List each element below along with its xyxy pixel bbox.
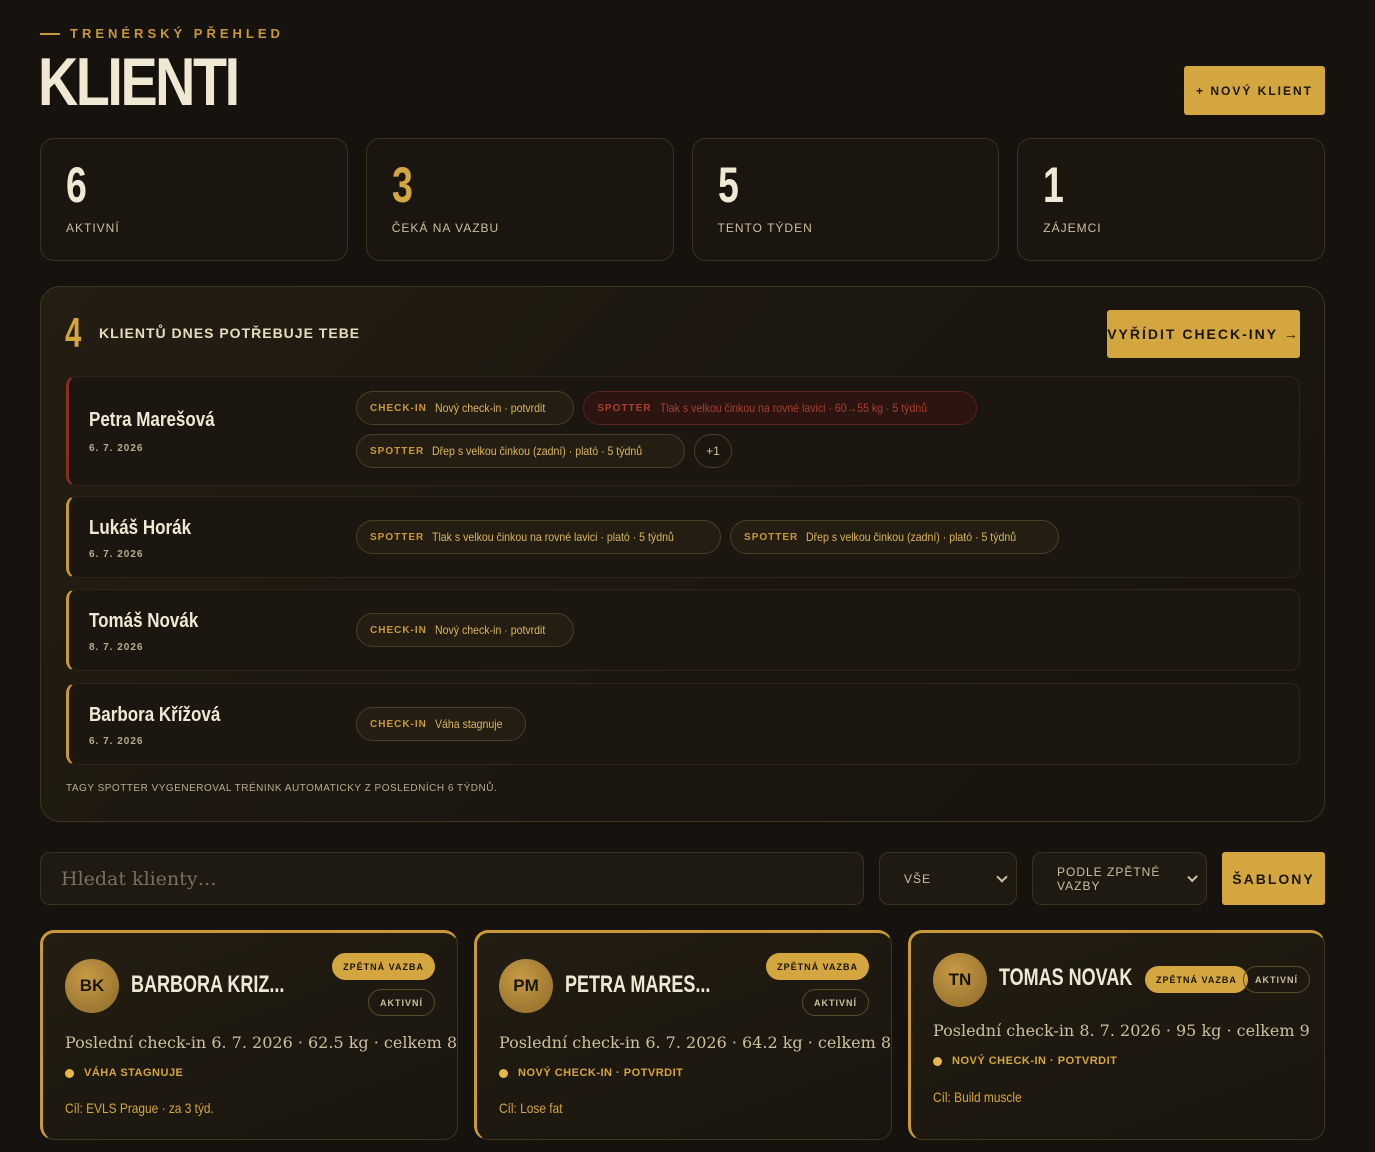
client-date: 6. 7. 2026: [89, 443, 144, 454]
card-goal: Cíl: Lose fat: [499, 1100, 563, 1116]
attention-count: 4: [65, 309, 82, 356]
page-title: KLIENTI: [38, 44, 240, 120]
client-name: Barbora Křížová: [89, 704, 221, 726]
client-card[interactable]: BK BARBORA KRIZ... ZPĚTNÁ VAZBA AKTIVNÍ …: [40, 930, 458, 1140]
tag-spotter[interactable]: SPOTTER Dřep s velkou činkou (zadní) · p…: [356, 434, 686, 468]
status-dot-icon: [499, 1068, 508, 1078]
card-flag: NOVÝ CHECK-IN · POTVRDIT: [499, 1067, 683, 1079]
tag-spotter-alert[interactable]: SPOTTER Tlak s velkou činkou na rovné la…: [583, 391, 977, 425]
card-client-name: PETRA MARES...: [565, 971, 711, 998]
tag-spotter[interactable]: SPOTTER Dřep s velkou činkou (zadní) · p…: [730, 520, 1060, 554]
attention-row[interactable]: Petra Marešová 6. 7. 2026 CHECK-IN Nový …: [66, 376, 1300, 486]
card-goal: Cíl: Build muscle: [933, 1089, 1022, 1105]
stat-label: ČEKÁ NA VAZBU: [391, 221, 500, 235]
client-card[interactable]: TN TOMAS NOVAK ZPĚTNÁ VAZBA AKTIVNÍ Posl…: [908, 930, 1325, 1140]
client-name: Petra Marešová: [89, 409, 215, 431]
eyebrow-text: TRENÉRSKÝ PŘEHLED: [70, 26, 284, 41]
client-name: Lukáš Horák: [89, 517, 192, 539]
stat-leads[interactable]: 1 ZÁJEMCI: [1017, 138, 1325, 261]
attention-row[interactable]: Barbora Křížová 6. 7. 2026 CHECK-IN Váha…: [66, 683, 1300, 765]
chevron-down-icon: [996, 870, 1008, 883]
eyebrow-dash: [40, 32, 60, 35]
more-tags-button[interactable]: +1: [694, 434, 733, 468]
tag-kind: CHECK-IN: [370, 624, 427, 636]
card-flag: NOVÝ CHECK-IN · POTVRDIT: [933, 1055, 1117, 1067]
new-client-button[interactable]: + NOVÝ KLIENT: [1184, 66, 1325, 115]
stat-this-week[interactable]: 5 TENTO TÝDEN: [691, 138, 1000, 261]
tag-kind: CHECK-IN: [370, 402, 427, 414]
tag-kind: SPOTTER: [597, 402, 652, 414]
tag-checkin[interactable]: CHECK-IN Váha stagnuje: [356, 707, 526, 741]
feedback-badge: ZPĚTNÁ VAZBA: [1145, 966, 1248, 993]
status-badge: AKTIVNÍ: [1243, 966, 1310, 993]
avatar: TN: [933, 953, 987, 1007]
stat-value: 3: [391, 157, 413, 213]
tag-text: Nový check-in · potvrdit: [434, 401, 546, 415]
sort-select[interactable]: PODLE ZPĚTNÉ VAZBY: [1032, 852, 1207, 905]
card-client-name: TOMAS NOVAK: [999, 964, 1133, 991]
tag-kind: SPOTTER: [370, 531, 425, 543]
stat-value: 5: [717, 157, 739, 213]
tag-kind: CHECK-IN: [370, 718, 427, 730]
search-input[interactable]: [40, 852, 864, 905]
card-flag-text: NOVÝ CHECK-IN · POTVRDIT: [952, 1055, 1118, 1067]
tag-text: Dřep s velkou činkou (zadní) · plató · 5…: [806, 530, 1017, 544]
sort-value: PODLE ZPĚTNÉ VAZBY: [1057, 864, 1161, 893]
tag-text: Tlak s velkou činkou na rovné lavici · 6…: [659, 401, 927, 415]
tag-list: SPOTTER Tlak s velkou činkou na rovné la…: [356, 520, 1256, 554]
tag-text: Dřep s velkou činkou (zadní) · plató · 5…: [432, 444, 643, 458]
templates-button[interactable]: ŠABLONY: [1222, 852, 1325, 905]
card-flag: VÁHA STAGNUJE: [65, 1067, 183, 1079]
status-filter-value: VŠE: [904, 871, 932, 886]
tag-kind: SPOTTER: [744, 531, 799, 543]
card-flag-text: VÁHA STAGNUJE: [84, 1067, 184, 1079]
attention-footnote: TAGY SPOTTER VYGENEROVAL TRÉNINK AUTOMAT…: [66, 783, 498, 794]
stat-value: 1: [1043, 157, 1065, 213]
stats-row: 6 AKTIVNÍ 3 ČEKÁ NA VAZBU 5 TENTO TÝDEN …: [40, 138, 1325, 261]
client-date: 6. 7. 2026: [89, 549, 144, 560]
card-checkin-info: Poslední check-in 6. 7. 2026 · 64.2 kg ·…: [499, 1033, 892, 1052]
stat-value: 6: [66, 157, 87, 213]
status-badge: AKTIVNÍ: [368, 989, 435, 1016]
feedback-badge: ZPĚTNÁ VAZBA: [332, 953, 435, 980]
stat-active[interactable]: 6 AKTIVNÍ: [40, 138, 348, 261]
attention-panel: 4 KLIENTŮ DNES POTŘEBUJE TEBE VYŘÍDIT CH…: [40, 286, 1325, 822]
tag-checkin[interactable]: CHECK-IN Nový check-in · potvrdit: [356, 391, 575, 425]
client-date: 8. 7. 2026: [89, 642, 144, 653]
tag-kind: SPOTTER: [370, 445, 425, 457]
tag-text: Nový check-in · potvrdit: [434, 623, 546, 637]
tag-text: Tlak s velkou činkou na rovné lavici · p…: [432, 530, 675, 544]
card-flag-text: NOVÝ CHECK-IN · POTVRDIT: [518, 1067, 684, 1079]
attention-title: KLIENTŮ DNES POTŘEBUJE TEBE: [99, 325, 361, 341]
stat-label: ZÁJEMCI: [1043, 221, 1102, 235]
avatar: PM: [499, 959, 553, 1013]
feedback-badge: ZPĚTNÁ VAZBA: [766, 953, 869, 980]
client-date: 6. 7. 2026: [89, 736, 144, 747]
tag-list: CHECK-IN Váha stagnuje: [356, 707, 1256, 741]
attention-row[interactable]: Tomáš Novák 8. 7. 2026 CHECK-IN Nový che…: [66, 589, 1300, 671]
tag-text: Váha stagnuje: [434, 717, 503, 731]
status-filter-select[interactable]: VŠE: [879, 852, 1017, 905]
stat-label: TENTO TÝDEN: [717, 221, 813, 235]
card-goal: Cíl: EVLS Prague · za 3 týd.: [65, 1100, 214, 1116]
page-eyebrow: TRENÉRSKÝ PŘEHLED: [40, 26, 284, 41]
client-card[interactable]: PM PETRA MARES... ZPĚTNÁ VAZBA AKTIVNÍ P…: [474, 930, 892, 1140]
tag-spotter[interactable]: SPOTTER Tlak s velkou činkou na rovné la…: [356, 520, 722, 554]
resolve-checkins-button[interactable]: VYŘÍDIT CHECK-INY →: [1107, 310, 1300, 358]
status-badge: AKTIVNÍ: [802, 989, 869, 1016]
card-client-name: BARBORA KRIZ...: [131, 971, 285, 998]
attention-row[interactable]: Lukáš Horák 6. 7. 2026 SPOTTER Tlak s ve…: [66, 496, 1300, 578]
status-dot-icon: [933, 1056, 942, 1066]
tag-checkin[interactable]: CHECK-IN Nový check-in · potvrdit: [356, 613, 575, 647]
client-name: Tomáš Novák: [89, 610, 199, 632]
tag-list: CHECK-IN Nový check-in · potvrdit: [356, 613, 1256, 647]
avatar: BK: [65, 959, 119, 1013]
card-checkin-info: Poslední check-in 8. 7. 2026 · 95 kg · c…: [933, 1021, 1310, 1040]
stat-awaiting-feedback[interactable]: 3 ČEKÁ NA VAZBU: [365, 138, 674, 261]
tag-list: CHECK-IN Nový check-in · potvrdit SPOTTE…: [356, 391, 1256, 468]
stat-label: AKTIVNÍ: [66, 221, 120, 235]
card-checkin-info: Poslední check-in 6. 7. 2026 · 62.5 kg ·…: [65, 1033, 458, 1052]
status-dot-icon: [65, 1068, 74, 1078]
